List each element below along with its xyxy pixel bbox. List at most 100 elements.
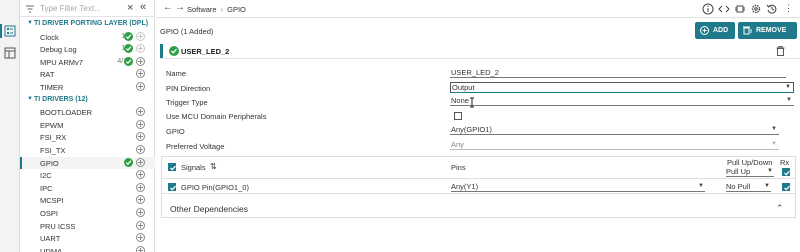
add-circle-icon[interactable] — [136, 245, 145, 252]
sidebar-filter-bar: × « — [20, 0, 155, 17]
pull-up-down-column-header: Pull Up/Down — [727, 158, 773, 167]
remove-all-button[interactable]: REMOVE ALL — [738, 22, 797, 51]
add-circle-icon[interactable] — [136, 208, 145, 217]
add-circle-icon[interactable] — [136, 132, 145, 142]
table-view-icon[interactable] — [4, 47, 16, 59]
signal-pull-value: No Pull — [726, 182, 751, 191]
sidebar-section-header[interactable]: ▼ TI DRIVER PORTING LAYER (DPL) — [20, 18, 155, 30]
pin-direction-value: Output — [452, 83, 475, 92]
breadcrumb-gpio[interactable]: GPIO — [227, 5, 246, 14]
signal-pull-select[interactable]: No Pull ▼ — [726, 182, 771, 192]
caret-down-icon: ▼ — [27, 95, 33, 102]
settings-icon[interactable] — [750, 3, 762, 15]
add-circle-icon[interactable] — [136, 157, 145, 167]
history-icon[interactable] — [766, 3, 778, 15]
sidebar-item-label: MCSPI — [40, 196, 64, 206]
sidebar-item-i2c[interactable]: I2C — [20, 169, 155, 181]
other-dependencies-section[interactable]: Other Dependencies ⌃ — [161, 199, 796, 218]
sidebar-item-timer[interactable]: TIMER — [20, 81, 155, 93]
signal-row-checkbox[interactable] — [168, 183, 176, 191]
chevron-down-icon: ▼ — [786, 97, 792, 103]
pin-direction-label: PIN Direction — [166, 84, 211, 93]
sidebar-item-label: MPU ARMv7 — [40, 57, 83, 67]
code-view-icon[interactable] — [718, 3, 730, 15]
clear-filter-icon[interactable]: × — [127, 3, 133, 14]
signal-row: GPIO Pin(GPIO1_0) Any(Y1) ▼ No Pull ▼ — [162, 180, 795, 194]
device-view-icon[interactable] — [734, 3, 746, 15]
sidebar-section-label: TI DRIVER PORTING LAYER (DPL) — [34, 20, 149, 27]
sidebar-item-mpu-armv7[interactable]: MPU ARMv74/16 — [20, 56, 155, 68]
add-circle-icon[interactable] — [136, 170, 145, 180]
sidebar-item-fsi-rx[interactable]: FSI_RX — [20, 131, 155, 143]
trigger-type-value: None — [451, 96, 469, 105]
add-circle-icon[interactable] — [136, 82, 145, 91]
breadcrumb-software[interactable]: Software — [187, 5, 217, 14]
info-icon[interactable] — [702, 3, 714, 15]
add-circle-icon[interactable] — [136, 107, 145, 117]
forward-arrow-icon[interactable]: → — [175, 3, 185, 13]
other-dependencies-label: Other Dependencies — [170, 204, 248, 214]
gpio-select[interactable]: Any(GPIO1) ▼ — [450, 125, 779, 135]
trigger-type-select[interactable]: None ▼ — [450, 96, 794, 106]
sort-icon[interactable]: ⇅ — [210, 162, 217, 171]
sidebar-item-udma[interactable]: UDMA — [20, 245, 155, 252]
add-circle-icon[interactable] — [136, 145, 145, 154]
signal-pin-value: Any(Y1) — [451, 182, 479, 191]
sidebar-item-clock[interactable]: Clock1/1 — [20, 31, 155, 43]
back-arrow-icon[interactable]: ← — [163, 3, 173, 13]
instance-header[interactable]: USER_LED_2 — [160, 42, 800, 59]
pull-up-all-value: Pull Up — [726, 167, 751, 176]
sidebar-section-header[interactable]: ▼ TI DRIVERS (12) — [20, 94, 155, 106]
remove-all-icon — [743, 26, 752, 35]
sidebar-item-fsi-tx[interactable]: FSI_TX — [20, 144, 155, 156]
sidebar-item-debug-log[interactable]: Debug Log1/1 — [20, 43, 155, 55]
add-circle-icon[interactable] — [136, 233, 145, 243]
sidebar-item-bootloader[interactable]: BOOTLOADER — [20, 106, 155, 118]
sidebar-item-mcspi[interactable]: MCSPI — [20, 194, 155, 206]
more-options-icon[interactable]: ⋮ — [784, 3, 793, 13]
name-label: Name — [166, 69, 187, 78]
sidebar-item-label: UDMA — [40, 246, 63, 252]
software-view-icon[interactable] — [4, 25, 16, 37]
rail-active-indicator — [0, 24, 2, 38]
gpio-config-panel: GPIO (1 Added) ADD REMOVE ALL USER_LED_2 — [160, 19, 800, 252]
add-circle-icon — [700, 26, 709, 35]
add-circle-icon[interactable] — [136, 44, 145, 54]
sidebar-item-epwm[interactable]: EPWM — [20, 119, 155, 131]
sidebar-item-rat[interactable]: RAT — [20, 68, 155, 80]
chevron-up-icon[interactable]: ⌃ — [776, 203, 784, 214]
sidebar-item-label: IPC — [40, 183, 53, 193]
signals-select-all-checkbox[interactable] — [168, 163, 176, 171]
signal-rx-checkbox[interactable] — [782, 183, 790, 191]
pull-up-all-select[interactable]: Pull Up ▼ — [726, 167, 774, 177]
signal-pin-select[interactable]: Any(Y1) ▼ — [451, 182, 705, 192]
sidebar-item-label: OSPI — [40, 209, 58, 218]
add-circle-icon[interactable] — [136, 31, 145, 41]
signals-column-header: Signals — [181, 163, 206, 172]
name-field[interactable]: USER_LED_2 — [450, 68, 786, 78]
add-button[interactable]: ADD — [695, 22, 735, 39]
add-circle-icon[interactable] — [136, 119, 145, 129]
caret-down-icon: ▼ — [27, 20, 33, 26]
filter-input[interactable] — [40, 2, 128, 15]
add-circle-icon[interactable] — [136, 69, 145, 79]
page-title: GPIO (1 Added) — [160, 27, 214, 36]
preferred-voltage-select[interactable]: Any ▼ — [450, 140, 779, 150]
selected-indicator — [20, 156, 22, 169]
collapse-sidebar-icon[interactable]: « — [140, 2, 146, 13]
use-mcu-domain-checkbox[interactable] — [454, 112, 462, 120]
sidebar-item-ipc[interactable]: IPC — [20, 182, 155, 194]
add-circle-icon[interactable] — [136, 220, 145, 230]
add-circle-icon[interactable] — [136, 182, 145, 192]
delete-instance-icon[interactable] — [776, 46, 785, 56]
sidebar-item-ospi[interactable]: OSPI — [20, 207, 155, 219]
sidebar-item-uart[interactable]: UART — [20, 232, 155, 244]
sidebar-item-gpio[interactable]: GPIO1 — [20, 156, 155, 169]
check-circle-icon — [124, 31, 133, 41]
rx-all-checkbox[interactable] — [782, 168, 790, 176]
text-cursor-icon — [470, 97, 474, 108]
add-circle-icon[interactable] — [136, 195, 145, 205]
pin-direction-select[interactable]: Output ▼ — [450, 82, 794, 93]
sidebar-item-pru-icss[interactable]: PRU ICSS — [20, 220, 155, 232]
add-circle-icon[interactable] — [136, 56, 145, 66]
